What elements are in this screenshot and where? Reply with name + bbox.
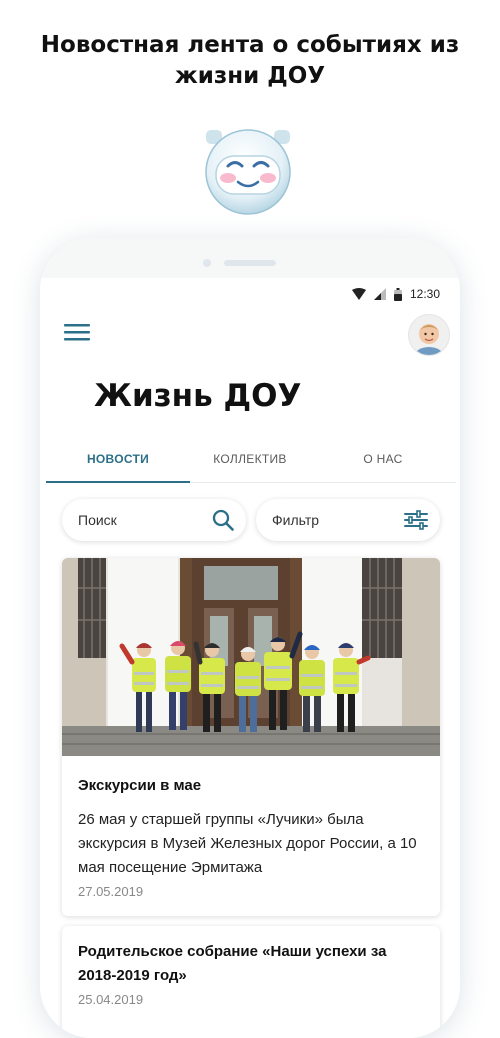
promo-headline-line1: Новостная лента о событиях из bbox=[40, 32, 460, 58]
tab-about[interactable]: О НАС bbox=[310, 438, 456, 480]
hamburger-icon[interactable] bbox=[64, 322, 90, 342]
news-date: 25.04.2019 bbox=[78, 992, 144, 1007]
status-time: 12:30 bbox=[409, 287, 440, 301]
phone-speaker bbox=[224, 260, 276, 266]
search-box[interactable] bbox=[62, 499, 246, 541]
page-title: Жизнь ДОУ bbox=[94, 378, 302, 414]
app-screen: 12:30 Жизнь ДОУ НОВОСТИ КОЛЛЕКТИВ О НАС … bbox=[40, 278, 460, 1038]
news-card[interactable]: Экскурсии в мае 26 мая у старшей группы … bbox=[62, 558, 440, 916]
promo-headline-line2: жизни ДОУ bbox=[174, 63, 326, 89]
news-date: 27.05.2019 bbox=[78, 884, 144, 899]
tab-news[interactable]: НОВОСТИ bbox=[46, 438, 190, 480]
search-input[interactable] bbox=[78, 512, 188, 528]
front-camera bbox=[203, 259, 211, 267]
status-bar: 12:30 bbox=[351, 286, 440, 302]
avatar[interactable] bbox=[408, 314, 450, 356]
filter-label: Фильтр bbox=[272, 512, 320, 528]
filter-button[interactable]: Фильтр bbox=[256, 499, 440, 541]
news-photo bbox=[62, 558, 440, 756]
search-icon[interactable] bbox=[212, 509, 234, 531]
news-text: 26 мая у старшей группы «Лучики» была эк… bbox=[78, 811, 417, 876]
promo-headline: Новостная лента о событиях из жизни ДОУ bbox=[0, 30, 500, 92]
phone-mockup: 12:30 Жизнь ДОУ НОВОСТИ КОЛЛЕКТИВ О НАС … bbox=[40, 238, 460, 1038]
battery-icon bbox=[393, 287, 402, 301]
active-tab-indicator bbox=[46, 481, 190, 483]
news-title: Родительское собрание «Наши успехи за 20… bbox=[78, 943, 387, 984]
tab-team[interactable]: КОЛЛЕКТИВ bbox=[190, 438, 310, 480]
child-avatar-icon bbox=[409, 315, 449, 355]
news-title: Экскурсии в мае bbox=[78, 777, 202, 794]
news-card-body: Родительское собрание «Наши успехи за 20… bbox=[62, 926, 440, 1010]
tab-bar: НОВОСТИ КОЛЛЕКТИВ О НАС bbox=[46, 438, 456, 483]
news-card-body: Экскурсии в мае 26 мая у старшей группы … bbox=[62, 756, 440, 902]
mascot-robot-icon bbox=[205, 129, 291, 215]
signal-icon bbox=[373, 288, 386, 300]
news-card[interactable]: Родительское собрание «Наши успехи за 20… bbox=[62, 926, 440, 1038]
wifi-icon bbox=[351, 288, 366, 300]
sliders-icon bbox=[404, 510, 428, 530]
